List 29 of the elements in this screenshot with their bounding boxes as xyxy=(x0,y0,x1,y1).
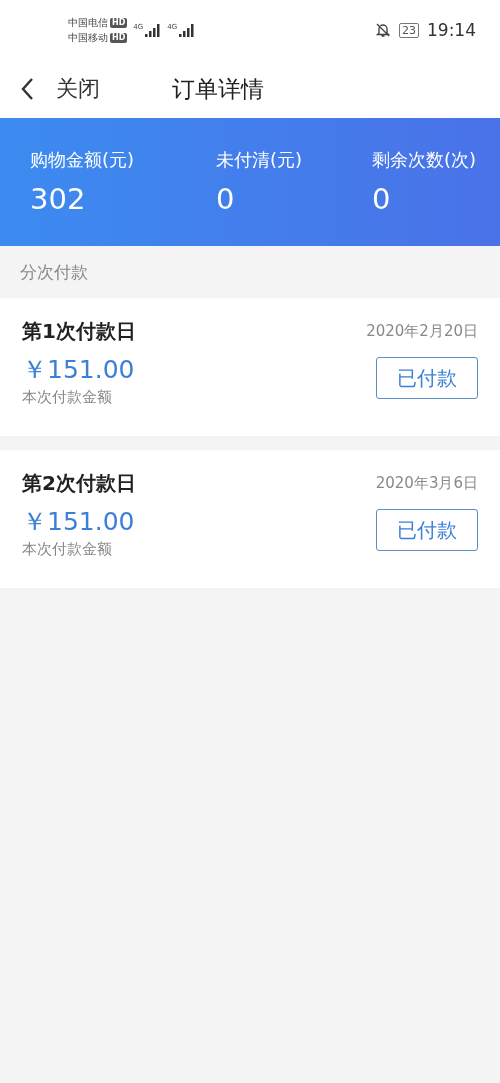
payment-title: 第1次付款日 xyxy=(22,318,137,345)
paid-button[interactable]: 已付款 xyxy=(376,509,478,551)
carrier-name: 中国移动 xyxy=(68,30,108,45)
signal-icon xyxy=(145,23,162,37)
payment-title: 第2次付款日 xyxy=(22,470,137,497)
paid-button[interactable]: 已付款 xyxy=(376,357,478,399)
summary-value: 302 xyxy=(30,182,87,216)
payment-date: 2020年2月20日 xyxy=(366,322,478,341)
summary-label: 未付清(元) xyxy=(216,148,304,172)
section-label: 分次付款 xyxy=(20,260,88,284)
payment-amount: ￥151.00 xyxy=(22,506,136,538)
summary-value: 0 xyxy=(216,182,236,216)
amount-label: 本次付款金额 xyxy=(22,540,113,559)
summary-label: 剩余次数(次) xyxy=(372,148,478,172)
payment-date: 2020年3月6日 xyxy=(375,474,478,493)
signal-icon xyxy=(179,23,196,37)
bell-off-icon xyxy=(375,22,391,38)
hd-badge: HD xyxy=(110,32,128,43)
chevron-left-icon xyxy=(20,77,34,101)
battery-level: 23 xyxy=(399,22,419,38)
page-title: 订单详情 xyxy=(172,74,264,104)
summary-label: 购物金额(元) xyxy=(30,148,136,172)
carrier-name: 中国电信 xyxy=(68,15,108,30)
clock-time: 19:14 xyxy=(427,20,476,40)
back-button[interactable]: 关闭 xyxy=(20,74,100,104)
summary-value: 0 xyxy=(372,182,392,216)
hd-badge: HD xyxy=(110,17,128,28)
payment-amount: ￥151.00 xyxy=(22,354,136,386)
amount-label: 本次付款金额 xyxy=(22,388,113,407)
